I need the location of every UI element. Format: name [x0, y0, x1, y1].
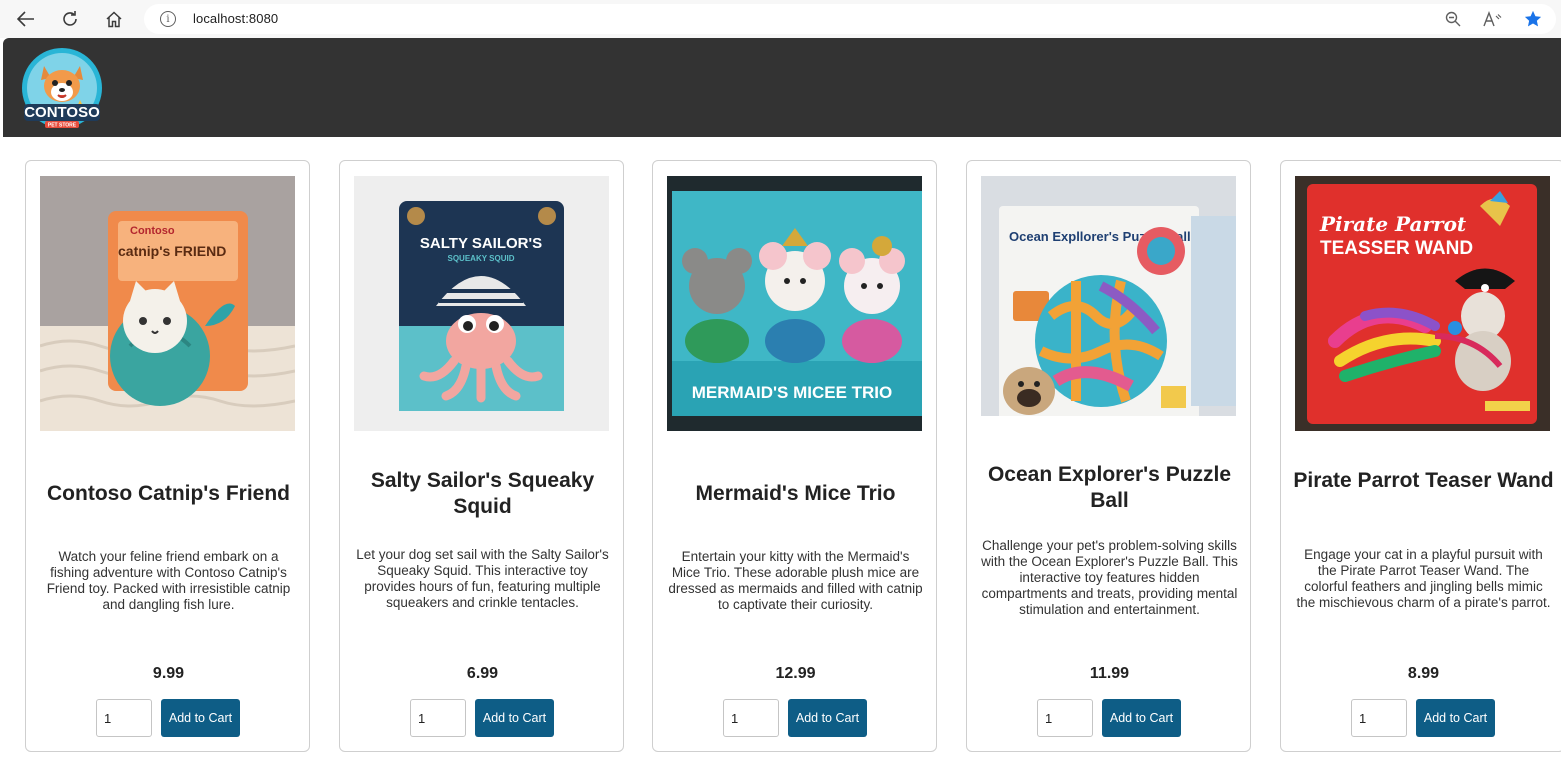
product-card: Contoso catnip's FRIEND Contoso Catnip's… [25, 160, 310, 752]
add-to-cart-button[interactable]: Add to Cart [161, 699, 240, 737]
svg-text:Pirate Parrot: Pirate Parrot [1319, 212, 1467, 236]
svg-text:catnip's FRIEND: catnip's FRIEND [118, 243, 226, 259]
product-image-catnip-friend[interactable]: Contoso catnip's FRIEND [40, 176, 295, 431]
site-info-icon[interactable]: i [160, 11, 176, 27]
product-image-puzzle-ball[interactable]: Ocean Expllorer's Puzzle Ball [981, 176, 1236, 431]
svg-text:SQUEAKY SQUID: SQUEAKY SQUID [448, 254, 515, 263]
quantity-input[interactable] [1037, 699, 1093, 737]
add-to-cart-button[interactable]: Add to Cart [1102, 699, 1181, 737]
quantity-input[interactable] [723, 699, 779, 737]
quantity-input[interactable] [1351, 699, 1407, 737]
reload-icon[interactable] [57, 7, 83, 31]
product-title: Pirate Parrot Teaser Wand [1293, 469, 1554, 492]
product-description: Let your dog set sail with the Salty Sai… [356, 547, 609, 610]
product-title: Ocean Explorer's Puzzle Ball [987, 463, 1232, 512]
product-card: Pirate Parrot TEASSER WAND Pirate Parrot… [1280, 160, 1561, 752]
add-to-cart-button[interactable]: Add to Cart [788, 699, 867, 737]
svg-text:CONTOSO: CONTOSO [24, 104, 100, 121]
contoso-logo[interactable]: CONTOSO PET STORE [18, 44, 106, 132]
product-description: Entertain your kitty with the Mermaid's … [668, 549, 923, 612]
product-title: Mermaid's Mice Trio [695, 482, 896, 505]
add-to-cart-button[interactable]: Add to Cart [475, 699, 554, 737]
svg-text:MERMAID'S MICEE TRIO: MERMAID'S MICEE TRIO [692, 383, 893, 402]
product-image-parrot-wand[interactable]: Pirate Parrot TEASSER WAND [1295, 176, 1550, 431]
product-card: SALTY SAILOR'S SQUEAKY SQUID Salty Sailo… [339, 160, 624, 752]
svg-text:Contoso: Contoso [130, 225, 175, 237]
favorite-star-icon[interactable] [1523, 9, 1543, 29]
product-description: Watch your feline friend embark on a fis… [46, 549, 291, 612]
product-description: Engage your cat in a playful pursuit wit… [1296, 547, 1551, 610]
product-image-mermaid-mice[interactable]: MERMAID'S MICEE TRIO [667, 176, 922, 431]
product-title: Contoso Catnip's Friend [47, 482, 290, 505]
svg-text:PET STORE: PET STORE [48, 123, 77, 129]
product-card: Ocean Expllorer's Puzzle Ball Ocean Expl… [966, 160, 1251, 752]
product-price: 6.99 [466, 665, 499, 682]
address-bar[interactable]: i localhost:8080 [144, 4, 1556, 34]
product-price: 12.99 [775, 665, 816, 682]
back-icon[interactable] [13, 7, 39, 31]
home-icon[interactable] [101, 7, 127, 31]
site-header: CONTOSO PET STORE [3, 38, 1561, 137]
quantity-input[interactable] [96, 699, 152, 737]
product-title: Salty Sailor's Squeaky Squid [370, 469, 595, 518]
product-price: 8.99 [1407, 665, 1440, 682]
product-price: 9.99 [152, 665, 185, 682]
url-text[interactable]: localhost:8080 [193, 11, 278, 26]
add-to-cart-button[interactable]: Add to Cart [1416, 699, 1495, 737]
zoom-out-icon[interactable] [1443, 9, 1463, 29]
product-price: 11.99 [1089, 665, 1130, 682]
product-description: Challenge your pet's problem-solving ski… [981, 538, 1238, 617]
browser-toolbar: i localhost:8080 [0, 0, 1561, 38]
product-image-squeaky-squid[interactable]: SALTY SAILOR'S SQUEAKY SQUID [354, 176, 609, 431]
svg-text:TEASSER WAND: TEASSER WAND [1320, 238, 1473, 259]
product-card: MERMAID'S MICEE TRIO Mermaid's Mice Trio… [652, 160, 937, 752]
read-aloud-icon[interactable] [1483, 9, 1503, 29]
quantity-input[interactable] [410, 699, 466, 737]
svg-text:SALTY SAILOR'S: SALTY SAILOR'S [420, 235, 542, 252]
